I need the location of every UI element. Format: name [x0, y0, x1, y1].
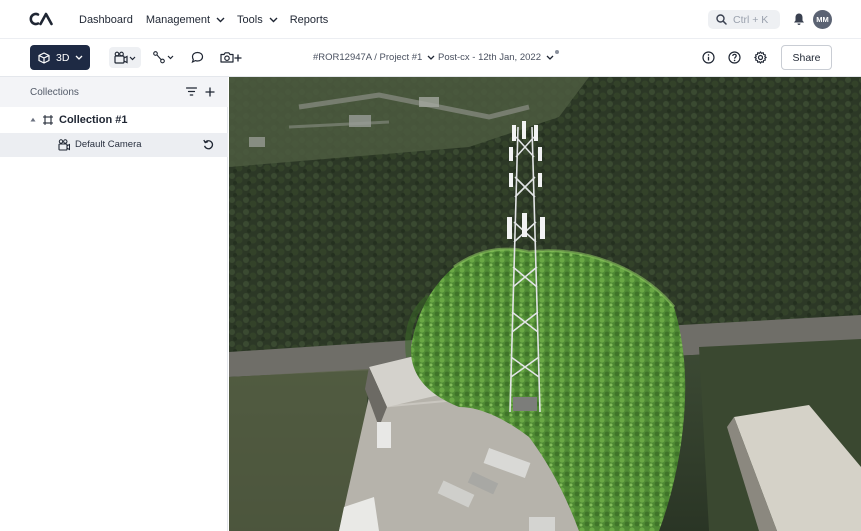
avatar-initials: MM [816, 15, 829, 24]
breadcrumb-project-label: #ROR12947A / Project #1 [313, 52, 423, 63]
collection-label: Collection #1 [59, 114, 128, 126]
search-input[interactable]: Ctrl + K [708, 10, 780, 29]
bell-icon[interactable] [793, 12, 805, 26]
nav-menu: Dashboard Management Tools Reports [79, 0, 328, 39]
share-button[interactable]: Share [781, 45, 832, 70]
chevron-down-icon [427, 55, 435, 60]
camera-icon [58, 139, 70, 151]
aerial-3d-scene[interactable] [229, 77, 861, 531]
camera-label: Default Camera [75, 139, 142, 150]
chevron-down-icon [216, 17, 225, 22]
camera-icon [114, 51, 136, 64]
collections-header: Collections [0, 77, 228, 107]
viewer-toolbar: 3D #ROR12947A / Project #1 Post-cx - 12t… [0, 39, 861, 77]
nav-dashboard[interactable]: Dashboard [79, 0, 133, 39]
chevron-down-icon [269, 17, 278, 22]
frame-icon [43, 115, 53, 125]
info-icon[interactable] [702, 51, 715, 64]
3d-viewport[interactable] [229, 77, 861, 531]
add-photo-icon[interactable] [220, 51, 242, 64]
camera-item[interactable]: Default Camera [0, 133, 228, 157]
path-icon[interactable] [153, 51, 177, 64]
plus-icon[interactable] [205, 87, 215, 97]
breadcrumb-dataset[interactable]: Post-cx - 12th Jan, 2022 [438, 50, 559, 63]
breadcrumb-project[interactable]: #ROR12947A / Project #1 [313, 52, 435, 63]
chevron-down-icon [546, 55, 554, 60]
status-dot [554, 50, 559, 54]
collapse-caret-icon[interactable] [30, 117, 36, 122]
view-mode-label: 3D [56, 51, 70, 64]
help-icon[interactable] [728, 51, 741, 64]
reset-icon[interactable] [203, 139, 214, 150]
nav-management-label: Management [145, 13, 211, 26]
search-placeholder: Ctrl + K [733, 13, 769, 26]
nav-tools[interactable]: Tools [237, 0, 278, 39]
collection-item[interactable]: Collection #1 [0, 107, 228, 133]
share-label: Share [792, 51, 821, 64]
gear-icon[interactable] [754, 51, 767, 64]
search-icon [716, 14, 727, 25]
view-mode-button[interactable]: 3D [30, 45, 90, 70]
logo-icon[interactable] [29, 12, 54, 26]
breadcrumb-dataset-label: Post-cx - 12th Jan, 2022 [438, 52, 541, 63]
nav-reports-label: Reports [289, 13, 329, 26]
nav-reports[interactable]: Reports [290, 0, 329, 39]
comment-icon[interactable] [191, 51, 204, 64]
filter-icon[interactable] [186, 87, 197, 96]
collections-sidebar: Collections Collection #1 Default Camera [0, 77, 228, 531]
chevron-down-icon [75, 55, 83, 60]
nav-management[interactable]: Management [146, 0, 225, 39]
nav-tools-label: Tools [237, 13, 263, 26]
collections-title: Collections [30, 87, 79, 98]
top-navigation: Dashboard Management Tools Reports Ctrl … [0, 0, 861, 39]
cube-icon [38, 51, 50, 64]
camera-menu-button[interactable] [109, 47, 141, 68]
nav-dashboard-label: Dashboard [79, 13, 133, 26]
avatar[interactable]: MM [813, 10, 832, 29]
